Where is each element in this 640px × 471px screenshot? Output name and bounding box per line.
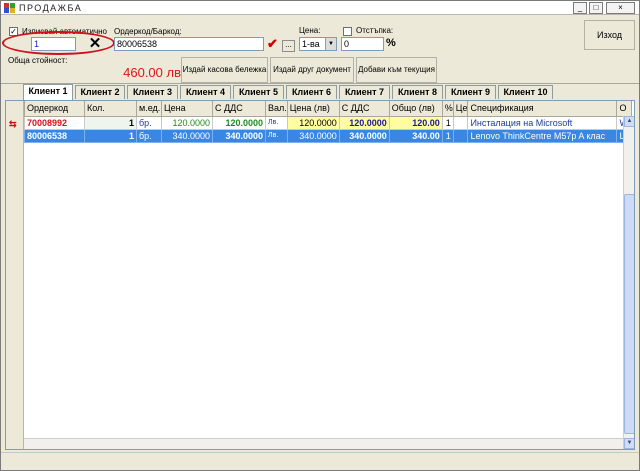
barcode-label: Ордеркод/Баркод: [114, 27, 182, 36]
cell-price-vat[interactable]: 340.0000 [212, 128, 266, 143]
tab-client-5[interactable]: Клиент 5 [233, 85, 284, 99]
total-value: 460.00 лв [123, 65, 181, 80]
horizontal-scrollbar[interactable] [24, 438, 623, 449]
cell-total[interactable]: 340.00 [388, 128, 443, 143]
cell-order-code[interactable]: 80006538 [24, 128, 85, 143]
cell-total[interactable]: 120.00 [388, 115, 443, 130]
discount-checkbox[interactable] [343, 27, 352, 36]
current-row-icon: ⇆ [9, 119, 17, 129]
window-title: ПРОДАЖБА [19, 3, 83, 13]
tab-client-2[interactable]: Клиент 2 [75, 85, 125, 99]
cell-unit[interactable]: бр. [136, 115, 162, 130]
issue-other-document-button[interactable]: Издай друг документ [270, 57, 354, 83]
cell-price-bgn-vat[interactable]: 340.0000 [338, 128, 390, 143]
scroll-down-icon[interactable]: ▼ [624, 438, 634, 449]
table-row-selected[interactable]: 80006538 1 бр. 340.0000 340.0000 Лв. 340… [24, 128, 633, 143]
cell-specification[interactable]: Инсталация на Microsoft [467, 115, 618, 130]
cell-currency[interactable]: Лв. [265, 128, 288, 143]
cell-price[interactable]: 340.0000 [161, 128, 213, 143]
minimize-button[interactable]: _ [573, 2, 587, 14]
scroll-thumb[interactable] [624, 194, 634, 434]
exit-button[interactable]: Изход [584, 20, 635, 50]
column-header[interactable]: Кол. [84, 101, 137, 117]
scroll-up-icon[interactable]: ▲ [624, 116, 634, 127]
cell-unit[interactable]: бр. [136, 128, 162, 143]
tab-client-3[interactable]: Клиент 3 [127, 85, 178, 99]
column-header[interactable]: Це [452, 101, 469, 117]
column-header[interactable]: Цена [161, 101, 213, 117]
discount-input[interactable]: 0 [341, 37, 384, 51]
table-row[interactable]: 70008992 1 бр. 120.0000 120.0000 Лв. 120… [24, 115, 633, 130]
cell-quantity[interactable]: 1 [84, 128, 137, 143]
add-to-current-button[interactable]: Добави към текущия [356, 57, 437, 83]
chevron-down-icon[interactable]: ▼ [325, 38, 336, 50]
table-header-row: Ордеркод Кол. м.ед. Цена С ДДС Вал. Цена… [24, 101, 633, 117]
sales-window: ПРОДАЖБА _ □ × ✓ Изписвай автоматично 1 … [0, 0, 640, 471]
column-header[interactable]: Вал. [265, 101, 288, 117]
cell-price[interactable]: 120.0000 [161, 115, 213, 130]
items-grid: ⇆ Ордеркод Кол. м.ед. Цена С ДДС Вал. Це… [5, 100, 635, 450]
cell-percent[interactable]: 1 [441, 128, 454, 143]
column-header[interactable]: м.ед. [136, 101, 162, 117]
column-header[interactable]: % [441, 101, 454, 117]
column-header[interactable]: С ДДС [212, 101, 266, 117]
cell-ce[interactable] [452, 115, 469, 130]
browse-button[interactable]: ... [282, 40, 295, 52]
tab-client-7[interactable]: Клиент 7 [339, 85, 390, 99]
app-icon [4, 3, 15, 13]
cell-price-vat[interactable]: 120.0000 [212, 115, 266, 130]
confirm-check-icon[interactable]: ✔ [267, 37, 279, 51]
issue-receipt-button[interactable]: Издай касова бележка [181, 57, 268, 83]
price-select-value: 1-ва [302, 39, 320, 49]
cell-price-bgn[interactable]: 340.0000 [286, 128, 340, 143]
discount-label: Отстъпка: [356, 26, 394, 35]
tab-client-8[interactable]: Клиент 8 [392, 85, 443, 99]
column-header[interactable]: Спецификация [467, 101, 618, 117]
price-label: Цена: [299, 26, 321, 35]
cell-quantity[interactable]: 1 [84, 115, 137, 130]
title-bar: ПРОДАЖБА _ □ × [1, 1, 639, 15]
total-label: Обща стойност: [8, 56, 68, 65]
cell-price-bgn[interactable]: 120.0000 [286, 115, 340, 130]
column-header[interactable]: С ДДС [338, 101, 390, 117]
percent-sign: % [386, 37, 396, 49]
maximize-button[interactable]: □ [589, 2, 603, 14]
cell-ce[interactable] [452, 128, 469, 143]
status-bar [1, 452, 639, 470]
cell-percent[interactable]: 1 [441, 115, 454, 130]
close-button[interactable]: × [606, 2, 635, 14]
tab-client-4[interactable]: Клиент 4 [180, 85, 231, 99]
column-header[interactable]: Цена (лв) [286, 101, 340, 117]
clear-icon[interactable]: ✕ [87, 36, 103, 51]
column-header[interactable]: О [616, 101, 633, 117]
tab-client-10[interactable]: Клиент 10 [498, 85, 553, 99]
barcode-input[interactable]: 80006538 [114, 37, 264, 51]
cell-currency[interactable]: Лв. [265, 115, 288, 130]
cell-specification[interactable]: Lenovo ThinkCentre M57p A клас [467, 128, 618, 143]
items-table: Ордеркод Кол. м.ед. Цена С ДДС Вал. Цена… [24, 101, 633, 143]
column-header[interactable]: Ордеркод [24, 101, 85, 117]
row-indicator-column: ⇆ [6, 101, 24, 449]
tab-client-6[interactable]: Клиент 6 [286, 85, 337, 99]
tab-client-1[interactable]: Клиент 1 [23, 84, 73, 100]
price-select[interactable]: 1-ва ▼ [299, 37, 337, 51]
top-panel: ✓ Изписвай автоматично 1 ✕ Ордеркод/Барк… [1, 16, 639, 84]
cell-order-code[interactable]: 70008992 [24, 115, 85, 130]
column-header[interactable]: Общо (лв) [388, 101, 443, 117]
quantity-input[interactable]: 1 [31, 37, 76, 51]
vertical-scrollbar[interactable]: ▲ ▼ [623, 116, 634, 449]
tab-client-9[interactable]: Клиент 9 [445, 85, 496, 99]
cell-price-bgn-vat[interactable]: 120.0000 [338, 115, 390, 130]
